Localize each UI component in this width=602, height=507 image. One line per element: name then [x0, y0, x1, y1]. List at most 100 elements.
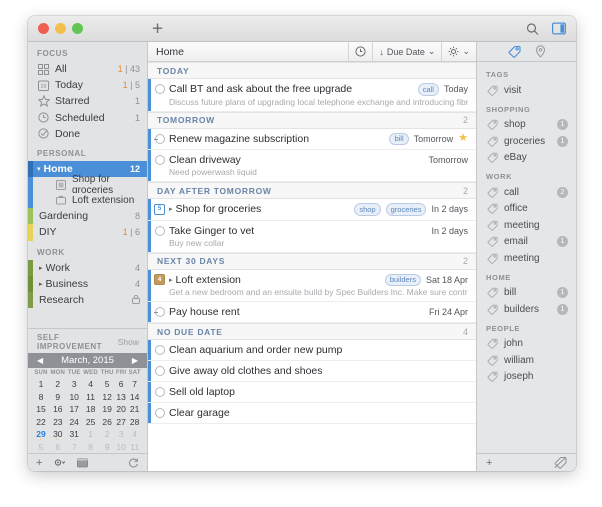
task-project-badge[interactable]: 4 — [154, 274, 165, 285]
tag-list-item[interactable]: office — [477, 201, 576, 218]
refresh-icon[interactable] — [128, 457, 139, 468]
tag-list-item[interactable]: eBay — [477, 150, 576, 167]
calendar-day[interactable]: 29 · — [33, 428, 49, 442]
tag-list-item[interactable]: joseph — [477, 369, 576, 386]
sidebar-item-done[interactable]: Done — [28, 126, 147, 142]
task-row[interactable]: 4 ▸ Loft extension builders Sat 18 Apr Get a … — [148, 269, 476, 302]
recurring-checkbox[interactable] — [153, 133, 165, 144]
calendar-day[interactable]: 26 — [99, 416, 115, 429]
chevron-down-icon[interactable]: ▾ — [37, 165, 41, 173]
search-icon[interactable] — [526, 22, 539, 35]
tag-list-item[interactable]: john — [477, 336, 576, 353]
task-checkbox[interactable] — [155, 387, 165, 397]
calendar-day[interactable]: 2 — [49, 378, 67, 391]
add-list-button[interactable]: + — [36, 457, 42, 469]
calendar-day[interactable]: 22 — [33, 416, 49, 429]
sidebar-item-all[interactable]: All 1 | 43 — [28, 61, 147, 77]
calendar-day[interactable]: 5 — [99, 378, 115, 391]
display-options-control[interactable]: ⌄ — [441, 42, 476, 61]
show-link[interactable]: Show — [118, 337, 139, 347]
calendar-day[interactable]: 1 — [82, 428, 100, 441]
task-tag-pill[interactable]: bill — [389, 132, 409, 145]
calendar-day[interactable]: 31 ··· — [67, 428, 82, 442]
sidebar-item-diy[interactable]: DIY 1 | 6 — [28, 224, 147, 241]
calendar-day[interactable]: 17 — [67, 403, 82, 416]
tag-list-item[interactable]: email 1 — [477, 234, 576, 251]
task-list[interactable]: TODAY Call BT and ask about the free upgr… — [148, 62, 476, 471]
task-row[interactable]: Take Ginger to vet In 2 days Buy new colla… — [148, 220, 476, 253]
task-checkbox[interactable] — [155, 225, 165, 236]
task-checkbox[interactable] — [155, 345, 165, 355]
sidebar-toggle-icon[interactable] — [552, 22, 566, 35]
tag-list-item[interactable]: bill 1 — [477, 285, 576, 302]
sidebar-item-starred[interactable]: Starred 1 — [28, 93, 147, 109]
task-tag-pill[interactable]: groceries — [385, 203, 427, 216]
calendar-day[interactable]: 18 — [82, 403, 100, 416]
calendar-day[interactable]: 9 — [49, 391, 67, 404]
new-task-button[interactable]: + — [152, 19, 163, 38]
clear-tag-icon[interactable] — [554, 456, 567, 469]
calendar-day[interactable]: 14 — [127, 391, 142, 404]
task-checkbox[interactable] — [155, 408, 165, 418]
tag-list-item[interactable]: william — [477, 352, 576, 369]
chevron-right-icon[interactable]: ▸ — [169, 276, 173, 284]
task-row[interactable]: 5 ▸ Shop for groceries shop groceries In 2 da… — [148, 199, 476, 221]
calendar-day[interactable]: 4 — [82, 378, 100, 391]
task-checkbox[interactable] — [155, 366, 165, 376]
calendar-day[interactable]: 24 — [67, 416, 82, 429]
task-row[interactable]: Give away old clothes and shoes — [148, 361, 476, 382]
calendar-day[interactable]: 27 — [115, 416, 127, 429]
tag-list-item[interactable]: groceries 1 — [477, 133, 576, 150]
sidebar-item-shop-for-groceries[interactable]: Shop for groceries — [28, 174, 147, 196]
task-checkbox[interactable] — [155, 155, 165, 165]
task-project-badge[interactable]: 5 — [154, 203, 165, 215]
task-checkbox[interactable] — [155, 84, 165, 94]
calendar-day[interactable]: 13 — [115, 391, 127, 404]
calendar-day[interactable]: 7 — [67, 441, 82, 454]
sort-control[interactable]: ↓ Due Date ⌄ — [372, 42, 441, 61]
calendar-day[interactable]: 2 — [99, 428, 115, 441]
sidebar-item-work[interactable]: ▸ Work 4 — [28, 259, 147, 276]
tag-list-item[interactable]: call 2 — [477, 184, 576, 201]
task-row[interactable]: Pay house rent Fri 24 Apr — [148, 302, 476, 323]
sidebar-item-today[interactable]: 29 Today 1 | 5 — [28, 77, 147, 93]
tag-list-item[interactable]: meeting — [477, 250, 576, 267]
calendar-day[interactable]: 1 — [33, 378, 49, 391]
tag-list-item[interactable]: builders 1 — [477, 301, 576, 318]
close-button[interactable] — [38, 23, 49, 34]
sidebar-item-gardening[interactable]: Gardening 8 — [28, 208, 147, 225]
calendar-day[interactable]: 9 — [99, 441, 115, 454]
recurring-checkbox[interactable] — [153, 307, 165, 317]
add-tag-button[interactable]: + — [486, 457, 492, 469]
minimize-button[interactable] — [55, 23, 66, 34]
task-row[interactable]: Sell old laptop — [148, 382, 476, 403]
gear-icon[interactable] — [53, 457, 66, 468]
calendar-day[interactable]: 6 — [115, 378, 127, 391]
sidebar-item-business[interactable]: ▸ Business 4 — [28, 275, 147, 292]
calendar-toggle-icon[interactable] — [77, 457, 89, 468]
prev-month-button[interactable]: ◀ — [37, 356, 43, 365]
calendar-day[interactable]: 3 — [115, 428, 127, 441]
tags-list[interactable]: TAGS visit SHOPPING shop 1 groceries 1 eBay WORK… — [477, 62, 576, 453]
calendar-day[interactable]: 5 — [33, 441, 49, 454]
star-icon[interactable]: ★ — [458, 133, 468, 144]
calendar-day[interactable]: 10 — [67, 391, 82, 404]
calendar-day[interactable]: 11 — [82, 391, 100, 404]
calendar-day[interactable]: 15 — [33, 403, 49, 416]
calendar-day[interactable]: 28 — [127, 416, 142, 429]
calendar-day[interactable]: 3 — [67, 378, 82, 391]
calendar-day[interactable]: 6 — [49, 441, 67, 454]
calendar-day[interactable]: 20 — [115, 403, 127, 416]
calendar-day[interactable]: 4 — [127, 428, 142, 441]
calendar-day[interactable]: 16 — [49, 403, 67, 416]
calendar-day[interactable]: 25 — [82, 416, 100, 429]
task-row[interactable]: Clean driveway Tomorrow Need powerwash liq… — [148, 150, 476, 182]
chevron-right-icon[interactable]: ▸ — [169, 205, 173, 213]
calendar-day[interactable]: 8 — [82, 441, 100, 454]
task-tag-pill[interactable]: builders — [384, 273, 421, 286]
task-row[interactable]: Renew magazine subscription bill Tomorrow ★ — [148, 128, 476, 150]
zoom-button[interactable] — [72, 23, 83, 34]
calendar-day[interactable]: 7 — [127, 378, 142, 391]
next-month-button[interactable]: ▶ — [132, 356, 138, 365]
calendar-day[interactable]: 23 — [49, 416, 67, 429]
